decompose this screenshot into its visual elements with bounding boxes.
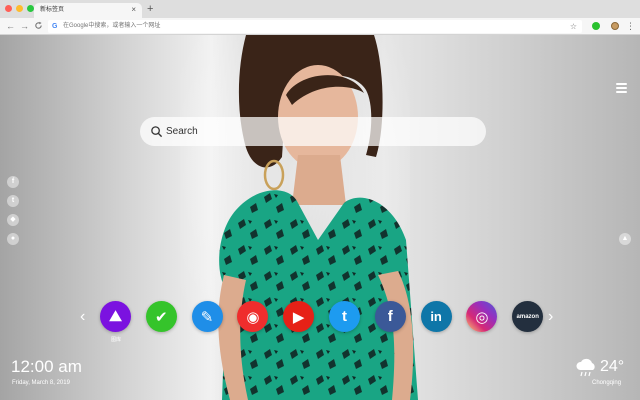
tab-close-icon[interactable]: × xyxy=(131,4,136,16)
wechat-icon[interactable]: ● xyxy=(7,233,19,245)
browser-toolbar: ← → G 在Google中搜索，或者输入一个网址 ☆ xyxy=(0,18,640,35)
apps-next-arrow[interactable]: › xyxy=(548,307,553,327)
tab-title: 新标签页 xyxy=(40,7,65,13)
clock-date: Friday, March 8, 2019 xyxy=(12,380,70,386)
instagram-icon: ◎ xyxy=(475,308,489,326)
notes-icon: ✎ xyxy=(200,308,214,326)
back-button[interactable]: ← xyxy=(6,20,15,32)
clock-time: 12:00 am xyxy=(11,357,82,376)
games-icon: ◉ xyxy=(246,308,260,326)
tab-new-tab[interactable]: 新标签页 × xyxy=(34,3,142,18)
window-controls xyxy=(5,5,34,12)
tab-strip: 新标签页 × + xyxy=(0,0,640,18)
amazon-icon: amazon xyxy=(516,313,539,320)
maximize-window-button[interactable] xyxy=(27,5,34,12)
extension-profile-icon[interactable] xyxy=(611,22,619,30)
address-placeholder: 在Google中搜索，或者输入一个网址 xyxy=(63,23,161,29)
facebook-icon[interactable]: f xyxy=(7,176,19,188)
weather-temperature: 24° xyxy=(600,358,625,375)
weather-city: Chongqing xyxy=(592,380,622,386)
apps-prev-arrow[interactable]: ‹ xyxy=(80,307,85,327)
app-linkedin-button[interactable]: in xyxy=(420,301,452,332)
app-youtube-button[interactable]: ▶ xyxy=(283,301,315,332)
close-window-button[interactable] xyxy=(5,5,12,12)
background-photo xyxy=(180,35,418,400)
gallery-icon: ⛰ xyxy=(109,308,122,325)
app-amazon-button[interactable]: amazon xyxy=(512,301,544,332)
search-input[interactable] xyxy=(166,122,466,141)
bookmark-star-icon[interactable]: ☆ xyxy=(570,21,577,32)
cloud-rain-icon xyxy=(576,358,595,377)
app-tasks-button[interactable]: ✔ xyxy=(145,301,177,332)
right-side-icon[interactable]: ▲ xyxy=(619,233,631,245)
reload-icon[interactable] xyxy=(34,21,43,30)
tasks-icon: ✔ xyxy=(155,308,168,326)
search-icon xyxy=(151,126,163,138)
extension-green-icon[interactable] xyxy=(592,22,600,30)
address-bar[interactable]: G 在Google中搜索，或者输入一个网址 ☆ xyxy=(48,20,582,33)
browser-menu-icon[interactable]: ⋮ xyxy=(626,19,635,33)
search-bar[interactable] xyxy=(140,117,486,146)
youtube-icon: ▶ xyxy=(292,308,305,326)
app-twitter-button[interactable]: t xyxy=(329,301,360,332)
twitter-icon[interactable]: t xyxy=(7,195,19,207)
forward-button[interactable]: → xyxy=(20,20,29,32)
app-label: 图库 xyxy=(110,337,121,343)
minimize-window-button[interactable] xyxy=(16,5,23,12)
snapchat-icon[interactable]: ◆ xyxy=(7,214,19,226)
facebook-icon: f xyxy=(387,308,393,325)
app-notes-button[interactable]: ✎ xyxy=(191,301,223,332)
linkedin-icon: in xyxy=(430,309,442,324)
new-tab-button[interactable]: + xyxy=(147,2,153,16)
twitter-icon: t xyxy=(342,308,347,325)
new-tab-page xyxy=(0,35,640,400)
app-facebook-button[interactable]: f xyxy=(374,301,406,332)
hamburger-menu-icon[interactable] xyxy=(616,83,627,93)
app-gallery-button[interactable]: ⛰ xyxy=(100,301,131,332)
google-icon: G xyxy=(52,23,58,30)
